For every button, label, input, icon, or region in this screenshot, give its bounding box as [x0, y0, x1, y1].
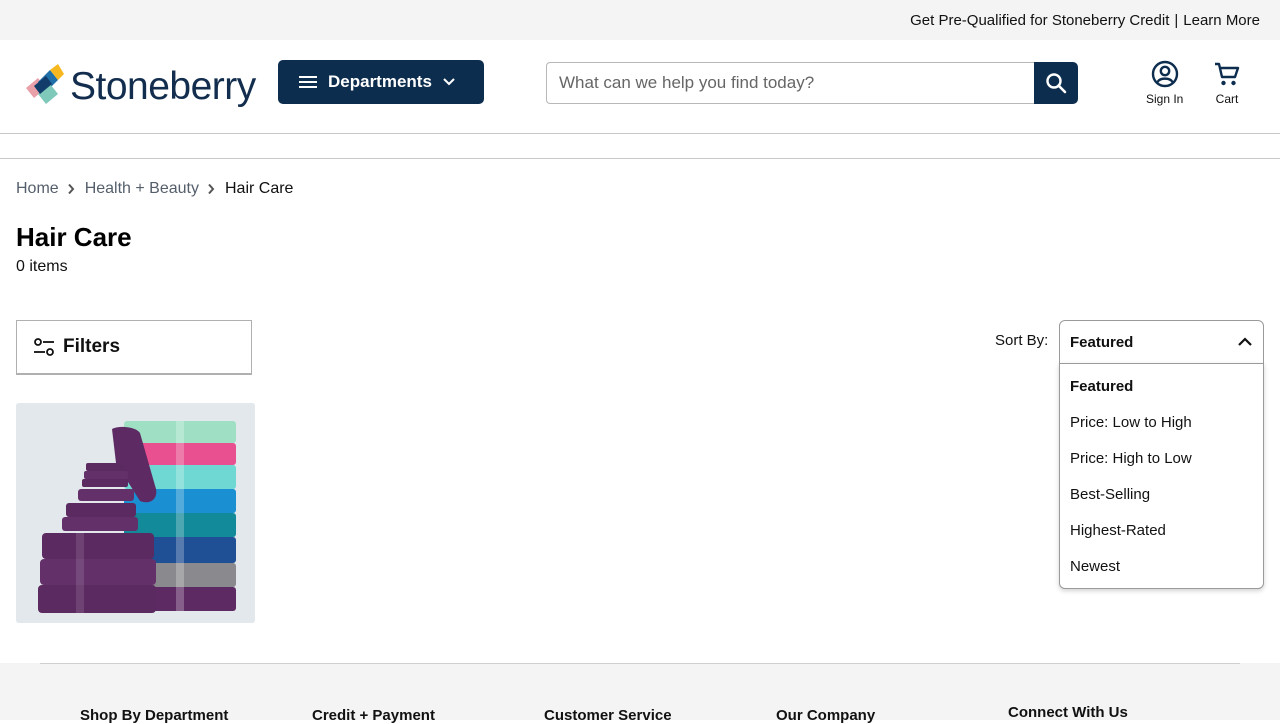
sort-dropdown-menu: Featured Price: Low to High Price: High … — [1059, 363, 1264, 589]
sign-in-label: Sign In — [1146, 92, 1184, 106]
sort-option-highest-rated[interactable]: Highest-Rated — [1060, 512, 1263, 548]
sort-option-featured[interactable]: Featured — [1060, 368, 1263, 404]
cart-icon — [1215, 62, 1240, 86]
chevron-right-icon — [207, 183, 215, 195]
nav-strip — [0, 134, 1280, 159]
sort-by-label: Sort By: — [995, 332, 1049, 349]
chevron-right-icon — [67, 183, 75, 195]
learn-more-link[interactable]: Learn More — [1183, 12, 1260, 29]
search-input[interactable] — [546, 62, 1035, 104]
footer-col-connect-with-us[interactable]: Connect With Us — [1008, 704, 1128, 721]
footer-col-our-company[interactable]: Our Company — [776, 707, 875, 724]
breadcrumb-current: Hair Care — [224, 180, 294, 197]
footer-col-credit-payment[interactable]: Credit + Payment — [312, 707, 435, 724]
filters-button[interactable]: Filters — [16, 320, 252, 375]
sort-select[interactable]: Featured — [1059, 320, 1264, 364]
chevron-up-icon — [1238, 337, 1252, 346]
breadcrumb-health-beauty[interactable]: Health + Beauty — [85, 180, 199, 198]
sort-option-price-high-low[interactable]: Price: High to Low — [1060, 440, 1263, 476]
site-header: Stoneberry Departments Sign In — [0, 40, 1280, 134]
promo-separator: | — [1174, 11, 1179, 29]
departments-button[interactable]: Departments — [278, 60, 484, 104]
breadcrumb-home[interactable]: Home — [16, 180, 59, 198]
footer-col-customer-service[interactable]: Customer Service — [544, 707, 672, 724]
search-bar — [546, 62, 1078, 104]
towel-stack-image — [16, 403, 255, 623]
sort-option-best-selling[interactable]: Best-Selling — [1060, 476, 1263, 512]
search-icon — [1046, 73, 1067, 94]
site-footer: Shop By Department Credit + Payment Cust… — [0, 663, 1280, 724]
cart-label: Cart — [1215, 92, 1239, 106]
logo-text: Stoneberry — [70, 64, 256, 108]
chevron-down-icon — [442, 77, 456, 87]
sort-option-newest[interactable]: Newest — [1060, 548, 1263, 584]
sort-option-price-low-high[interactable]: Price: Low to High — [1060, 404, 1263, 440]
sign-in-button[interactable]: Sign In — [1146, 60, 1183, 106]
product-image-towels[interactable] — [16, 403, 255, 623]
logo-mark-icon — [26, 64, 64, 104]
stoneberry-logo[interactable]: Stoneberry — [24, 64, 256, 108]
cart-button[interactable]: Cart — [1213, 60, 1241, 106]
hamburger-icon — [299, 76, 317, 88]
page-title: Hair Care — [16, 222, 132, 252]
filters-label: Filters — [63, 336, 121, 357]
footer-col-shop-by-department[interactable]: Shop By Department — [80, 707, 228, 724]
search-button[interactable] — [1034, 62, 1078, 104]
promo-bar: Get Pre-Qualified for Stoneberry Credit … — [0, 0, 1280, 40]
breadcrumb: Home Health + Beauty Hair Care — [16, 180, 293, 198]
footer-divider — [40, 663, 1240, 664]
filter-sliders-icon — [34, 338, 54, 356]
departments-label: Departments — [328, 72, 432, 91]
sort-selected-value: Featured — [1070, 333, 1134, 351]
item-count: 0 items — [16, 258, 68, 275]
promo-text: Get Pre-Qualified for Stoneberry Credit — [910, 11, 1170, 29]
account-icon — [1151, 60, 1178, 88]
